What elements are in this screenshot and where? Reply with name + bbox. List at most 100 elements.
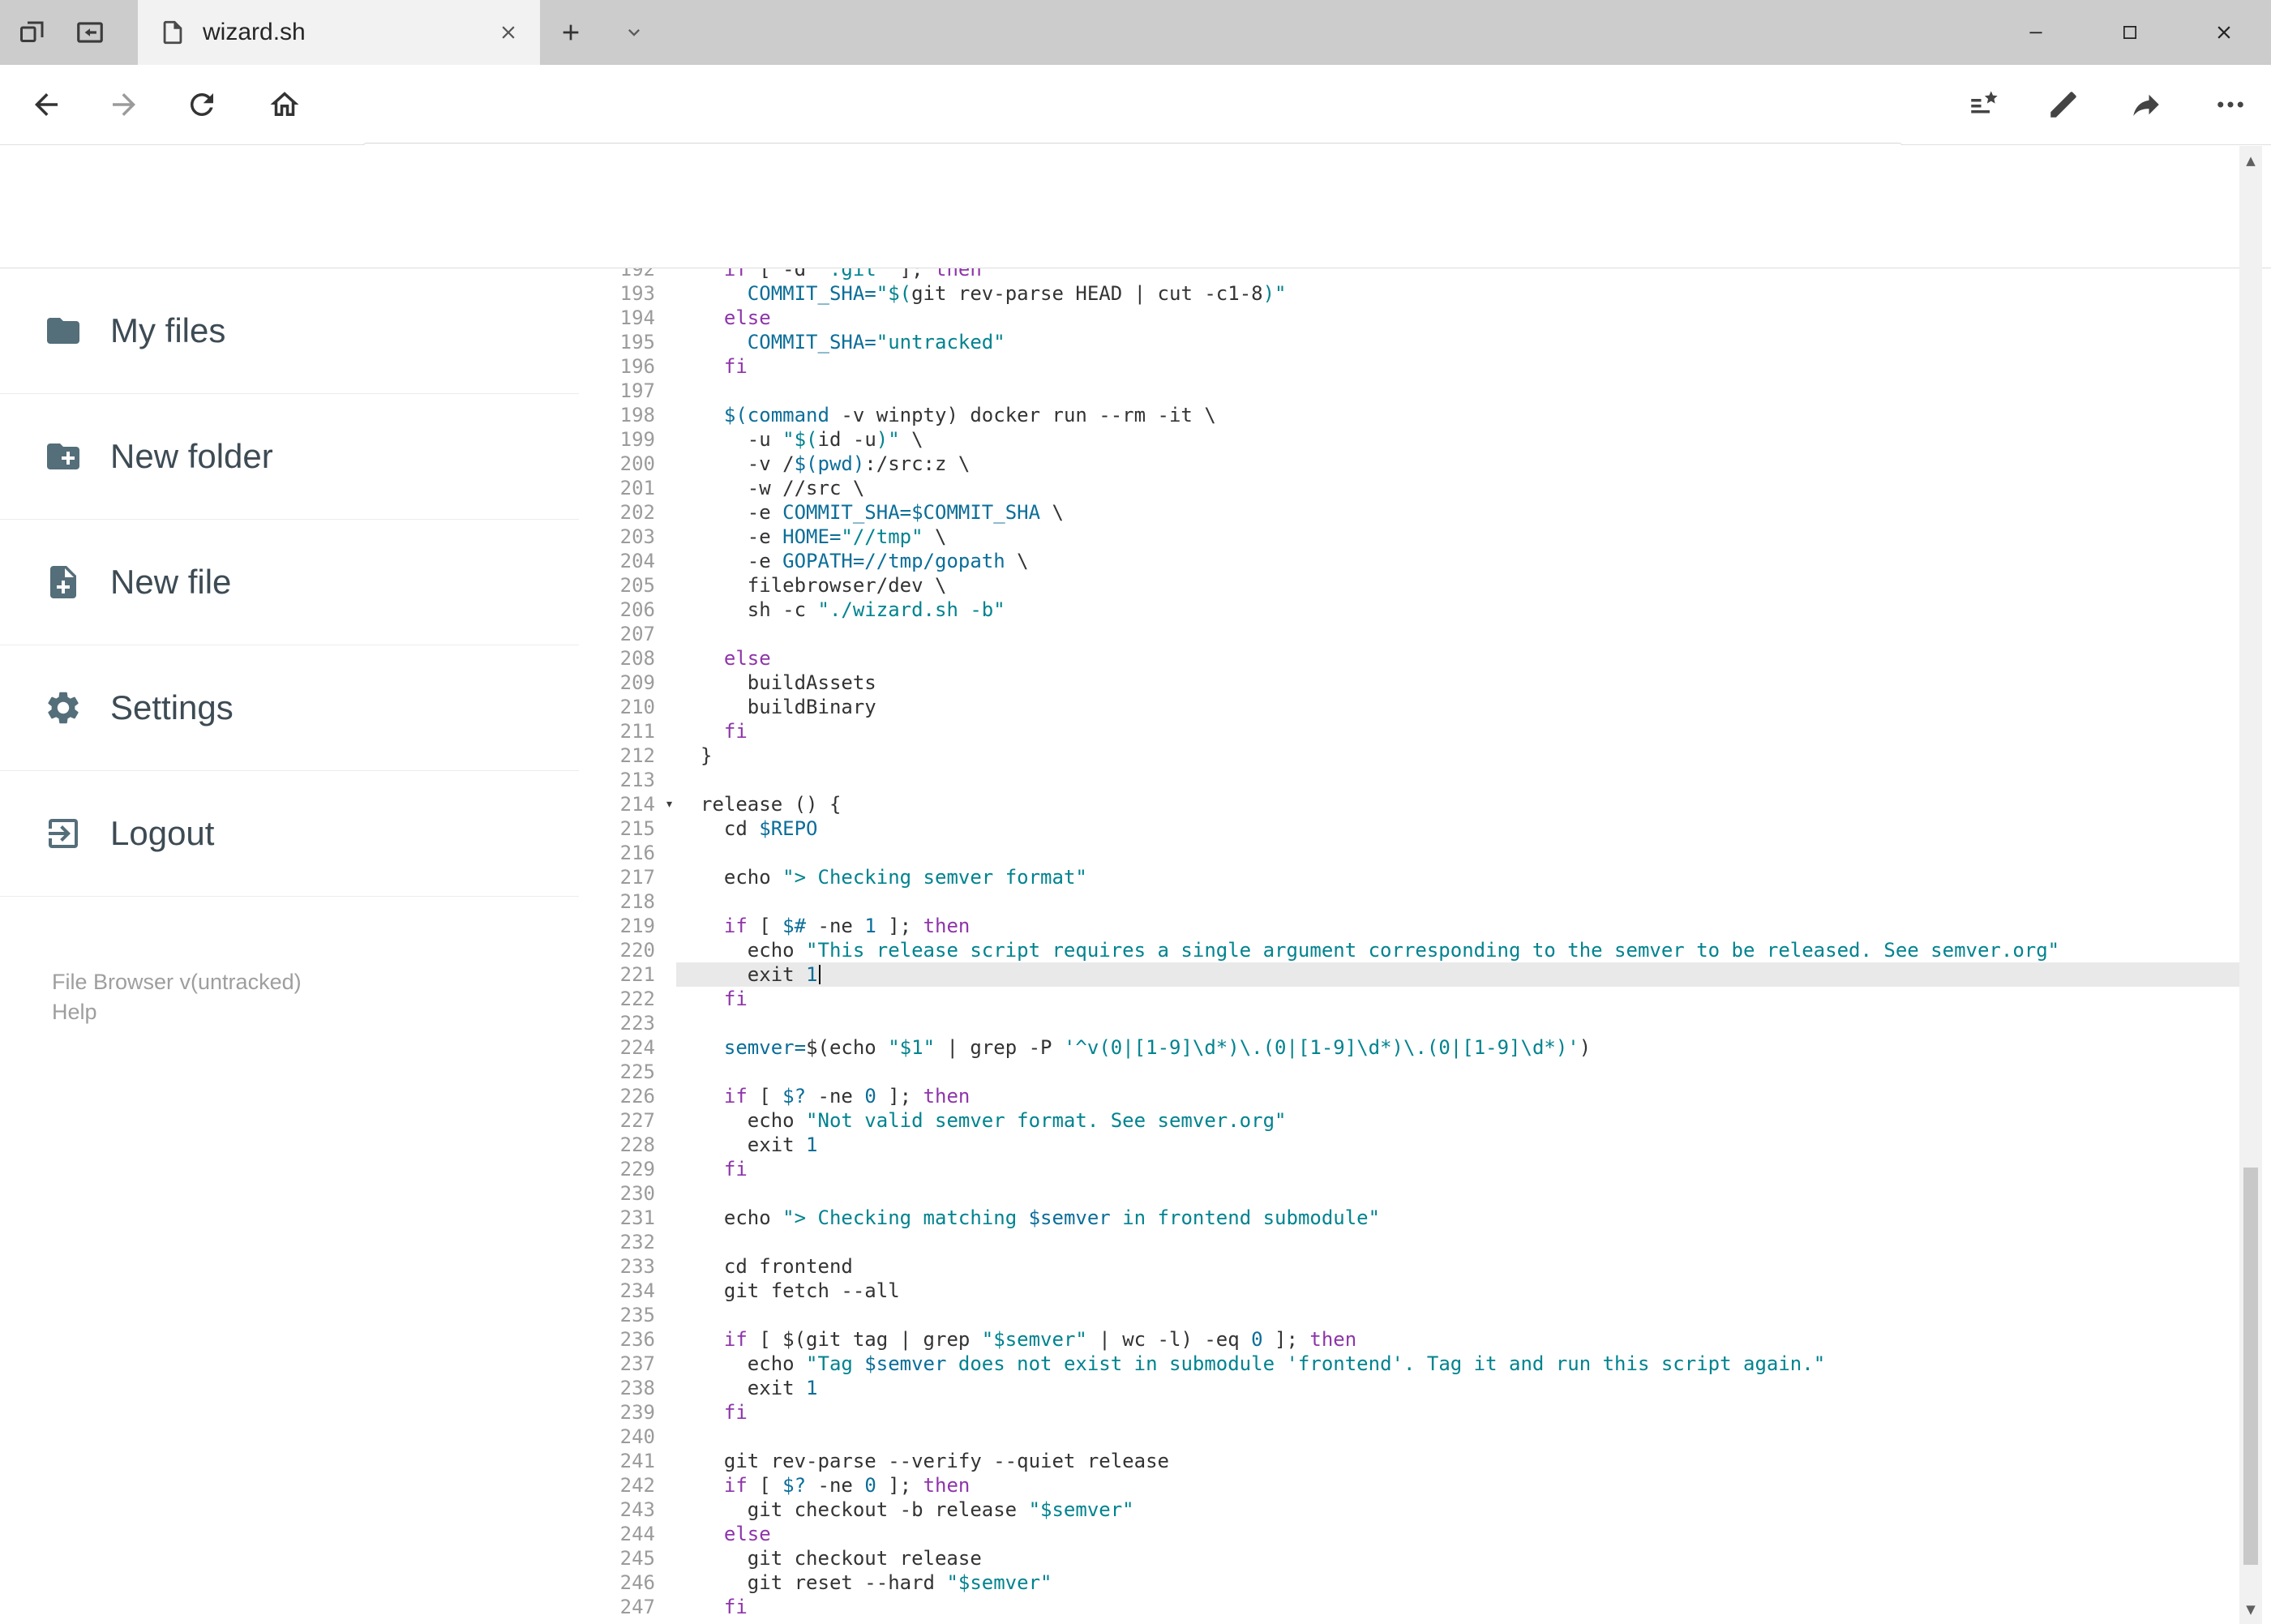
code-text[interactable] — [676, 889, 2239, 914]
back-icon[interactable] — [29, 88, 63, 122]
code-line[interactable]: 229 fi — [579, 1157, 2239, 1181]
code-text[interactable] — [676, 768, 2239, 792]
code-line[interactable]: 240 — [579, 1425, 2239, 1449]
code-line[interactable]: 204 -e GOPATH=//tmp/gopath \ — [579, 549, 2239, 573]
code-text[interactable]: cd $REPO — [676, 816, 2239, 841]
code-text[interactable]: if [ $(git tag | grep "$semver" | wc -l)… — [676, 1327, 2239, 1352]
code-text[interactable] — [676, 622, 2239, 646]
code-text[interactable]: else — [676, 646, 2239, 671]
code-line[interactable]: 192 if [ -d ".git" ]; then — [579, 268, 2239, 281]
code-line[interactable]: 222 fi — [579, 987, 2239, 1011]
code-line[interactable]: 205 filebrowser/dev \ — [579, 573, 2239, 598]
tab-list-chevron-icon[interactable] — [623, 0, 645, 65]
code-line[interactable]: 246 git reset --hard "$semver" — [579, 1570, 2239, 1595]
code-line[interactable]: 221 exit 1 — [579, 962, 2239, 987]
code-text[interactable]: fi — [676, 987, 2239, 1011]
code-line[interactable]: 235 — [579, 1303, 2239, 1327]
code-text[interactable] — [676, 841, 2239, 865]
code-line[interactable]: 226 if [ $? -ne 0 ]; then — [579, 1084, 2239, 1108]
code-text[interactable] — [676, 1303, 2239, 1327]
code-line[interactable]: 196 fi — [579, 354, 2239, 379]
tab-close-icon[interactable] — [498, 22, 519, 43]
window-close-button[interactable] — [2177, 0, 2271, 65]
code-text[interactable]: if [ -d ".git" ]; then — [676, 268, 2239, 281]
scrollbar-thumb[interactable] — [2243, 1168, 2258, 1565]
more-menu-icon[interactable] — [2213, 88, 2247, 122]
code-text[interactable]: fi — [676, 1400, 2239, 1425]
code-line[interactable]: 215 cd $REPO — [579, 816, 2239, 841]
code-text[interactable]: echo "This release script requires a sin… — [676, 938, 2239, 962]
code-text[interactable]: exit 1 — [676, 1376, 2239, 1400]
code-line[interactable]: 227 echo "Not valid semver format. See s… — [579, 1108, 2239, 1133]
code-text[interactable]: -u "$(id -u)" \ — [676, 427, 2239, 452]
code-text[interactable]: echo "Tag $semver does not exist in subm… — [676, 1352, 2239, 1376]
code-line[interactable]: 201 -w //src \ — [579, 476, 2239, 500]
code-text[interactable]: git reset --hard "$semver" — [676, 1570, 2239, 1595]
code-text[interactable]: -e GOPATH=//tmp/gopath \ — [676, 549, 2239, 573]
code-text[interactable]: COMMIT_SHA="$(git rev-parse HEAD | cut -… — [676, 281, 2239, 306]
code-line[interactable]: 225 — [579, 1060, 2239, 1084]
code-text[interactable] — [676, 1011, 2239, 1035]
code-line[interactable]: 219 if [ $# -ne 1 ]; then — [579, 914, 2239, 938]
code-text[interactable]: if [ $? -ne 0 ]; then — [676, 1473, 2239, 1498]
code-text[interactable]: fi — [676, 1157, 2239, 1181]
code-text[interactable]: -v /$(pwd):/src:z \ — [676, 452, 2239, 476]
code-line[interactable]: 220 echo "This release script requires a… — [579, 938, 2239, 962]
code-text[interactable]: git checkout -b release "$semver" — [676, 1498, 2239, 1522]
code-line[interactable]: 224 semver=$(echo "$1" | grep -P '^v(0|[… — [579, 1035, 2239, 1060]
code-line[interactable]: 223 — [579, 1011, 2239, 1035]
hub-favorites-icon[interactable] — [1967, 88, 2001, 122]
code-text[interactable]: $(command -v winpty) docker run --rm -it… — [676, 403, 2239, 427]
help-link[interactable]: Help — [52, 997, 302, 1027]
tabs-aside-icon[interactable] — [18, 18, 47, 47]
share-page-icon[interactable] — [2129, 88, 2163, 122]
code-line[interactable]: 236 if [ $(git tag | grep "$semver" | wc… — [579, 1327, 2239, 1352]
web-note-pen-icon[interactable] — [2046, 88, 2080, 122]
code-line[interactable]: 210 buildBinary — [579, 695, 2239, 719]
scroll-down-icon[interactable]: ▼ — [2239, 1595, 2262, 1624]
code-line[interactable]: 228 exit 1 — [579, 1133, 2239, 1157]
code-line[interactable]: 218 — [579, 889, 2239, 914]
code-text[interactable]: git rev-parse --verify --quiet release — [676, 1449, 2239, 1473]
code-text[interactable]: echo "> Checking matching $semver in fro… — [676, 1206, 2239, 1230]
code-text[interactable]: fi — [676, 719, 2239, 743]
vertical-scrollbar[interactable]: ▲ ▼ — [2239, 146, 2262, 1624]
code-editor[interactable]: 192 if [ -d ".git" ]; then 193 COMMIT_SHA… — [579, 268, 2239, 1624]
code-lines[interactable]: 192 if [ -d ".git" ]; then 193 COMMIT_SHA… — [579, 268, 2239, 1619]
window-minimize-button[interactable] — [1989, 0, 2083, 65]
scroll-up-icon[interactable]: ▲ — [2239, 146, 2262, 175]
refresh-icon[interactable] — [185, 88, 219, 122]
code-text[interactable]: COMMIT_SHA="untracked" — [676, 330, 2239, 354]
code-line[interactable]: 234 git fetch --all — [579, 1279, 2239, 1303]
code-line[interactable]: 200 -v /$(pwd):/src:z \ — [579, 452, 2239, 476]
code-text[interactable]: exit 1 — [676, 1133, 2239, 1157]
sidebar-item-new-file[interactable]: New file — [0, 520, 579, 645]
code-text[interactable]: else — [676, 1522, 2239, 1546]
code-line[interactable]: 211 fi — [579, 719, 2239, 743]
code-line[interactable]: 212} — [579, 743, 2239, 768]
code-line[interactable]: 197 — [579, 379, 2239, 403]
code-line[interactable]: 217 echo "> Checking semver format" — [579, 865, 2239, 889]
code-line[interactable]: 199 -u "$(id -u)" \ — [579, 427, 2239, 452]
tab-preview-icon[interactable] — [75, 17, 105, 48]
code-text[interactable]: semver=$(echo "$1" | grep -P '^v(0|[1-9]… — [676, 1035, 2239, 1060]
code-line[interactable]: 193 COMMIT_SHA="$(git rev-parse HEAD | c… — [579, 281, 2239, 306]
home-icon[interactable] — [268, 88, 302, 122]
code-line[interactable]: 244 else — [579, 1522, 2239, 1546]
code-text[interactable]: if [ $? -ne 0 ]; then — [676, 1084, 2239, 1108]
code-text[interactable]: -w //src \ — [676, 476, 2239, 500]
code-text[interactable]: } — [676, 743, 2239, 768]
code-line[interactable]: 241 git rev-parse --verify --quiet relea… — [579, 1449, 2239, 1473]
fold-arrow-icon[interactable]: ▾ — [665, 792, 674, 816]
code-line[interactable]: 209 buildAssets — [579, 671, 2239, 695]
code-text[interactable] — [676, 1060, 2239, 1084]
code-line[interactable]: 230 — [579, 1181, 2239, 1206]
sidebar-item-new-folder[interactable]: New folder — [0, 394, 579, 520]
code-line[interactable]: 231 echo "> Checking matching $semver in… — [579, 1206, 2239, 1230]
code-line[interactable]: 195 COMMIT_SHA="untracked" — [579, 330, 2239, 354]
code-text[interactable]: git fetch --all — [676, 1279, 2239, 1303]
code-text[interactable] — [676, 1230, 2239, 1254]
code-line[interactable]: 207 — [579, 622, 2239, 646]
code-line[interactable]: 239 fi — [579, 1400, 2239, 1425]
sidebar-item-my-files[interactable]: My files — [0, 268, 579, 394]
